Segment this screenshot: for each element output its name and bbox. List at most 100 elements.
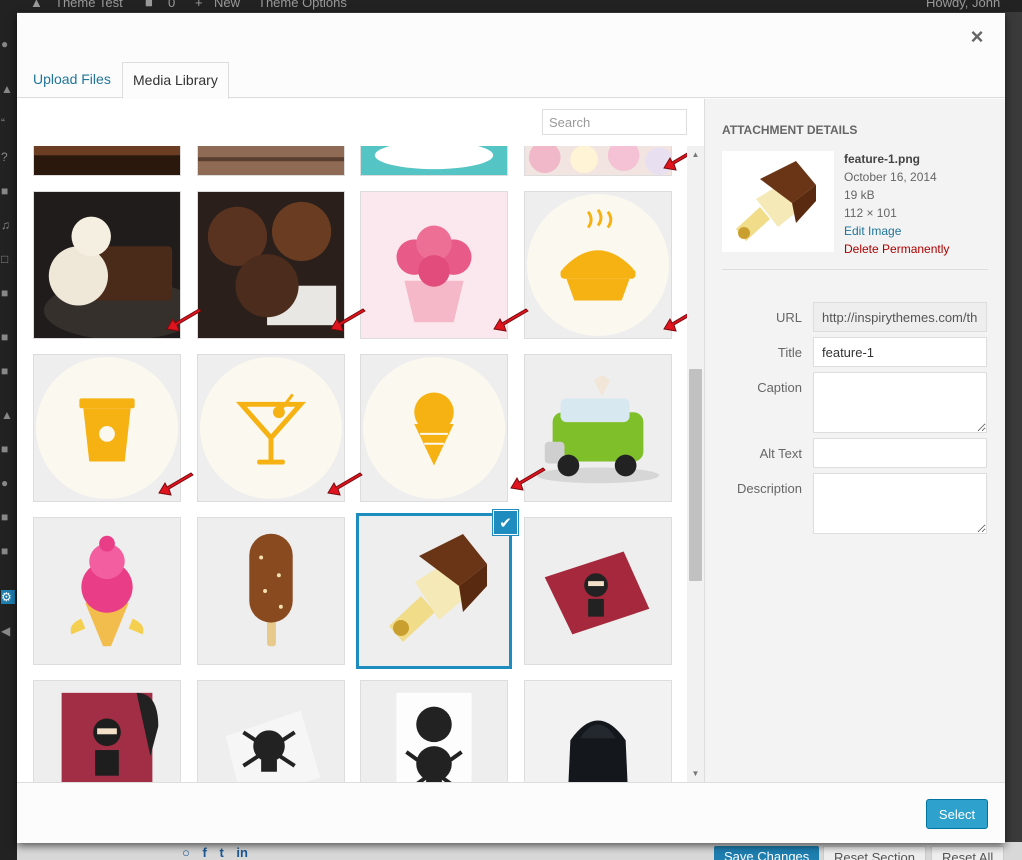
attachment-thumbnail[interactable] (360, 146, 508, 176)
collapse-menu-icon[interactable]: ◀ (1, 624, 15, 638)
new-plus-icon[interactable]: + (195, 0, 203, 10)
url-field[interactable] (813, 302, 987, 332)
background-footer: ○ f t in Save Changes Reset Section Rese… (17, 842, 1022, 860)
tab-upload-files[interactable]: Upload Files (23, 62, 121, 98)
select-button[interactable]: Select (926, 799, 988, 829)
delete-permanently-link[interactable]: Delete Permanently (844, 240, 949, 258)
brush-icon[interactable]: ▲ (1, 408, 15, 422)
attachment-image (198, 681, 344, 782)
attachment-image (34, 518, 180, 664)
scroll-up-arrow-icon[interactable]: ▲ (687, 146, 704, 163)
alt-text-field[interactable] (813, 438, 987, 468)
title-field[interactable] (813, 337, 987, 367)
save-changes-button[interactable]: Save Changes (714, 846, 820, 860)
attachment-image (361, 192, 507, 338)
attachment-image (34, 681, 180, 782)
pin-icon[interactable]: ▲ (1, 82, 15, 96)
attachment-image (198, 192, 344, 338)
social-icons: ○ f t in (182, 845, 257, 860)
cart-icon[interactable]: ■ (1, 364, 15, 378)
media-router-tabs: Upload Files Media Library (17, 62, 1005, 99)
attachment-info: feature-1.png October 16, 2014 19 kB 112… (844, 150, 949, 258)
music-icon[interactable]: ♫ (1, 218, 15, 232)
circle-social-icon[interactable]: ○ (182, 845, 190, 860)
attachment-image (525, 681, 671, 782)
attachment-thumbnail[interactable] (197, 354, 345, 502)
plugin-icon[interactable]: ■ (1, 442, 15, 456)
attachment-date: October 16, 2014 (844, 170, 937, 184)
description-field[interactable] (813, 473, 987, 534)
edit-image-link[interactable]: Edit Image (844, 222, 949, 240)
attachment-preview (722, 151, 834, 252)
scrollbar-thumb[interactable] (689, 369, 702, 581)
howdy-user[interactable]: Howdy, John (926, 0, 1000, 10)
attachment-thumbnail[interactable] (524, 191, 672, 339)
settings-icon[interactable]: ■ (1, 544, 15, 558)
attachment-thumbnail[interactable] (197, 191, 345, 339)
alt-text-label: Alt Text (759, 446, 802, 461)
comment-icon[interactable]: ■ (1, 286, 15, 300)
attachment-thumbnail[interactable] (524, 354, 672, 502)
attachment-thumbnail-selected[interactable] (356, 513, 512, 669)
admin-menu: ● ▲ “ ? ■ ♫ □ ■ ■ ■ ▲ ■ ● ■ ■ ⚙ ◀ (0, 12, 17, 860)
attachment-thumbnail[interactable] (33, 517, 181, 665)
folder-icon[interactable]: ■ (1, 184, 15, 198)
attachment-image (198, 518, 344, 664)
attachment-thumbnail[interactable] (197, 680, 345, 782)
attachment-image (34, 355, 180, 501)
wordpress-logo-icon[interactable]: ▲ (30, 0, 43, 10)
site-name-link[interactable]: Theme Test (55, 0, 123, 10)
facebook-icon[interactable]: f (202, 845, 206, 860)
tab-media-library[interactable]: Media Library (122, 62, 229, 99)
pages-icon[interactable]: □ (1, 252, 15, 266)
reset-all-button[interactable]: Reset All (931, 846, 1005, 860)
attachment-thumbnail[interactable] (33, 191, 181, 339)
comments-count[interactable]: 0 (168, 0, 175, 10)
linkedin-icon[interactable]: in (236, 845, 248, 860)
media-modal: × Upload Files Media Library Search ✔ ▲ … (17, 13, 1005, 843)
attachment-thumbnail[interactable] (33, 146, 181, 176)
twitter-icon[interactable]: t (219, 845, 223, 860)
reset-section-button[interactable]: Reset Section (823, 846, 926, 860)
attachment-thumbnail[interactable] (524, 146, 672, 176)
attachment-thumbnail[interactable] (360, 354, 508, 502)
attachment-thumbnail[interactable] (360, 680, 508, 782)
tag-icon[interactable]: ■ (1, 330, 15, 344)
attachment-thumbnail[interactable] (33, 354, 181, 502)
scroll-down-arrow-icon[interactable]: ▼ (687, 765, 704, 782)
attachment-thumbnail[interactable] (197, 517, 345, 665)
attachment-thumbnail[interactable] (524, 680, 672, 782)
attachments-browser: ✔ ▲ ▼ (17, 99, 704, 782)
caption-field[interactable] (813, 372, 987, 433)
quote-icon[interactable]: “ (1, 116, 15, 130)
attachment-image (198, 146, 344, 175)
attachment-image (361, 681, 507, 782)
dashboard-icon[interactable]: ● (1, 37, 15, 51)
attachment-thumbnail[interactable] (33, 680, 181, 782)
media-toolbar: Select (17, 782, 1005, 843)
new-link[interactable]: New (214, 0, 240, 10)
attachments-grid: ✔ (17, 146, 687, 782)
title-label: Title (777, 345, 802, 360)
grid-scrollbar[interactable]: ▲ ▼ (687, 146, 704, 782)
tools-icon[interactable]: ■ (1, 510, 15, 524)
attachment-details-sidebar: Attachment Details feature-1.png October… (704, 99, 1005, 782)
comments-icon[interactable]: ■ (145, 0, 153, 10)
attachment-thumbnail[interactable] (360, 191, 508, 339)
attachment-thumbnail[interactable] (524, 517, 672, 665)
gear-icon[interactable]: ⚙ (1, 590, 15, 604)
search-input[interactable] (542, 109, 687, 135)
url-label: URL (775, 310, 802, 325)
attachment-image (34, 146, 180, 175)
selected-check-icon[interactable]: ✔ (493, 510, 518, 535)
attachment-image (361, 355, 507, 501)
sidebar-divider (722, 269, 988, 270)
admin-bar: ▲ Theme Test ■ 0 + New Theme Options How… (0, 0, 1022, 12)
help-icon[interactable]: ? (1, 150, 15, 164)
attachment-image (525, 146, 671, 175)
attachment-image (361, 146, 507, 175)
attachment-thumbnail[interactable] (197, 146, 345, 176)
theme-options-link[interactable]: Theme Options (258, 0, 347, 10)
users-icon[interactable]: ● (1, 476, 15, 490)
close-icon[interactable]: × (967, 26, 987, 48)
